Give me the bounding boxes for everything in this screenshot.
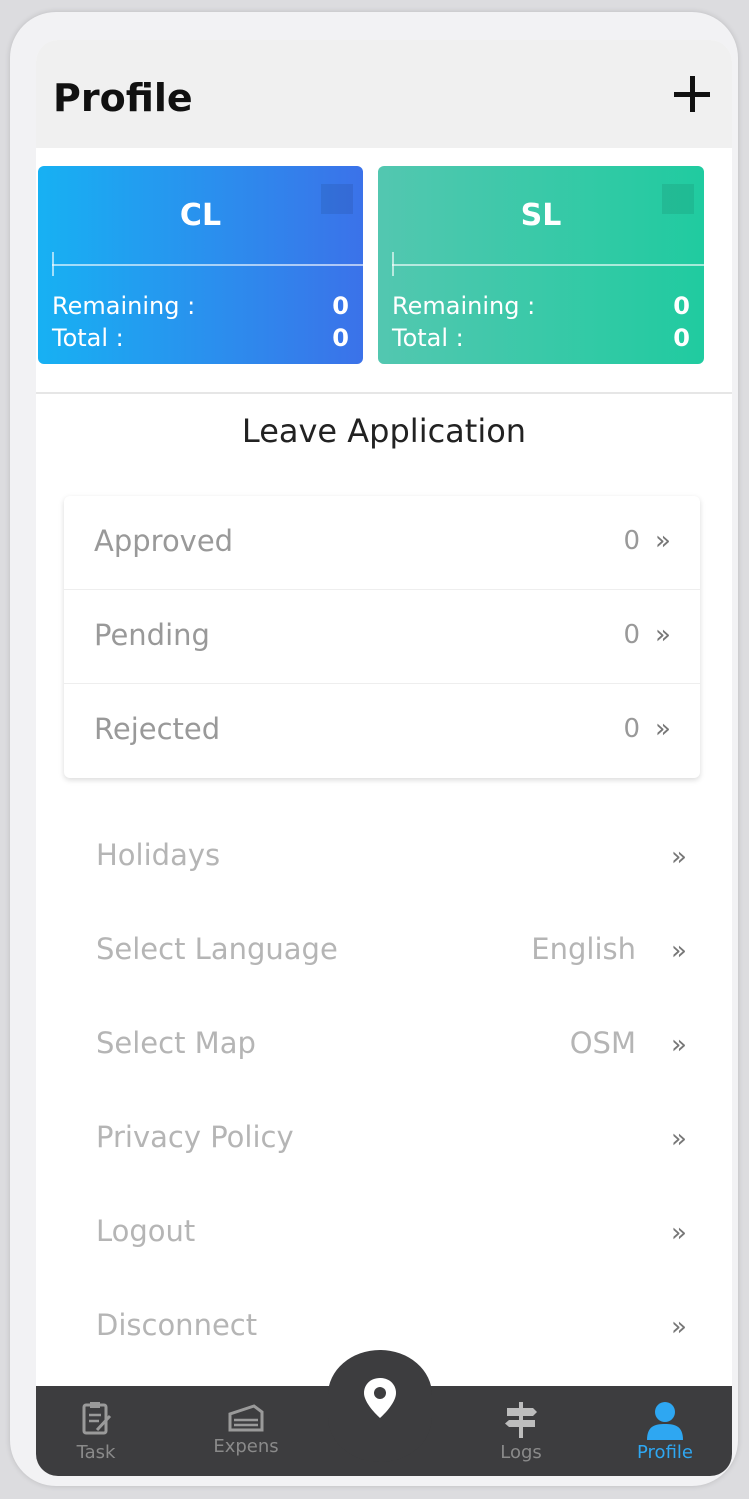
map-pin-icon bbox=[364, 1378, 396, 1418]
double-chevron-right-icon: » bbox=[655, 526, 671, 556]
cl-remaining-label: Remaining : bbox=[52, 292, 196, 320]
double-chevron-right-icon: » bbox=[655, 714, 671, 744]
status-count: 0 bbox=[623, 620, 640, 650]
device-frame: Profile CL Remaining : 0 Total : 0 SL Re… bbox=[10, 12, 738, 1486]
double-chevron-right-icon: » bbox=[671, 842, 687, 872]
status-count: 0 bbox=[623, 714, 640, 744]
menu-item-logout[interactable]: Logout » bbox=[36, 1186, 732, 1280]
card-divider bbox=[52, 264, 363, 266]
menu-label: Select Map bbox=[96, 1026, 256, 1060]
double-chevron-right-icon: » bbox=[655, 620, 671, 650]
page-title: Profile bbox=[53, 76, 193, 120]
sl-card[interactable]: SL Remaining : 0 Total : 0 bbox=[378, 166, 704, 364]
nav-label: Expens bbox=[213, 1436, 279, 1457]
cl-total-row: Total : 0 bbox=[52, 324, 349, 352]
sl-remaining-row: Remaining : 0 bbox=[392, 292, 690, 320]
status-row-pending[interactable]: Pending 0 » bbox=[64, 590, 700, 684]
status-row-rejected[interactable]: Rejected 0 » bbox=[64, 684, 700, 778]
sl-code: SL bbox=[520, 198, 562, 233]
status-row-approved[interactable]: Approved 0 » bbox=[64, 496, 700, 590]
receipt-icon bbox=[228, 1404, 264, 1432]
card-divider bbox=[392, 264, 704, 266]
plus-icon[interactable] bbox=[666, 68, 718, 120]
double-chevron-right-icon: » bbox=[671, 1218, 687, 1248]
menu-item-privacy-policy[interactable]: Privacy Policy » bbox=[36, 1092, 732, 1186]
nav-label: Logs bbox=[500, 1442, 542, 1463]
menu-label: Holidays bbox=[96, 838, 221, 872]
nav-label: Task bbox=[76, 1442, 116, 1463]
menu-value: English bbox=[531, 932, 636, 966]
sl-total-value: 0 bbox=[673, 324, 690, 352]
nav-item-profile[interactable]: Profile bbox=[612, 1386, 718, 1476]
user-icon bbox=[647, 1402, 683, 1440]
nav-label: Profile bbox=[637, 1442, 693, 1463]
menu-label: Disconnect bbox=[96, 1308, 258, 1342]
cl-card[interactable]: CL Remaining : 0 Total : 0 bbox=[38, 166, 363, 364]
cl-total-value: 0 bbox=[332, 324, 349, 352]
cl-remaining-value: 0 bbox=[332, 292, 349, 320]
sl-total-row: Total : 0 bbox=[392, 324, 690, 352]
status-count: 0 bbox=[623, 526, 640, 556]
cl-code: CL bbox=[179, 198, 222, 233]
double-chevron-right-icon: » bbox=[671, 1124, 687, 1154]
clipboard-icon bbox=[82, 1402, 112, 1435]
menu-item-select-map[interactable]: Select Map OSM » bbox=[36, 998, 732, 1092]
menu-label: Logout bbox=[96, 1214, 196, 1248]
nav-item-logs[interactable]: Logs bbox=[466, 1386, 576, 1476]
status-label: Pending bbox=[94, 618, 210, 652]
app-header: Profile bbox=[36, 40, 732, 148]
location-button[interactable] bbox=[328, 1350, 432, 1462]
sl-remaining-value: 0 bbox=[673, 292, 690, 320]
status-label: Approved bbox=[94, 524, 234, 558]
nav-item-task[interactable]: Task bbox=[46, 1386, 146, 1476]
leave-application-title: Leave Application bbox=[241, 412, 527, 450]
section-divider bbox=[36, 392, 732, 394]
cl-total-label: Total : bbox=[52, 324, 124, 352]
menu-item-select-language[interactable]: Select Language English » bbox=[36, 904, 732, 998]
menu-item-holidays[interactable]: Holidays » bbox=[36, 810, 732, 904]
leave-status-card: Approved 0 » Pending 0 » Rejected 0 » bbox=[64, 496, 700, 778]
double-chevron-right-icon: » bbox=[671, 1030, 687, 1060]
signpost-icon bbox=[505, 1402, 537, 1438]
sl-remaining-label: Remaining : bbox=[392, 292, 536, 320]
menu-value: OSM bbox=[569, 1026, 636, 1060]
status-label: Rejected bbox=[94, 712, 221, 746]
menu-label: Select Language bbox=[96, 932, 338, 966]
sl-total-label: Total : bbox=[392, 324, 464, 352]
app-screen: Profile CL Remaining : 0 Total : 0 SL Re… bbox=[36, 40, 732, 1476]
double-chevron-right-icon: » bbox=[671, 1312, 687, 1342]
menu-label: Privacy Policy bbox=[96, 1120, 294, 1154]
nav-item-expense[interactable]: Expens bbox=[186, 1386, 306, 1476]
double-chevron-right-icon: » bbox=[671, 936, 687, 966]
cl-remaining-row: Remaining : 0 bbox=[52, 292, 349, 320]
